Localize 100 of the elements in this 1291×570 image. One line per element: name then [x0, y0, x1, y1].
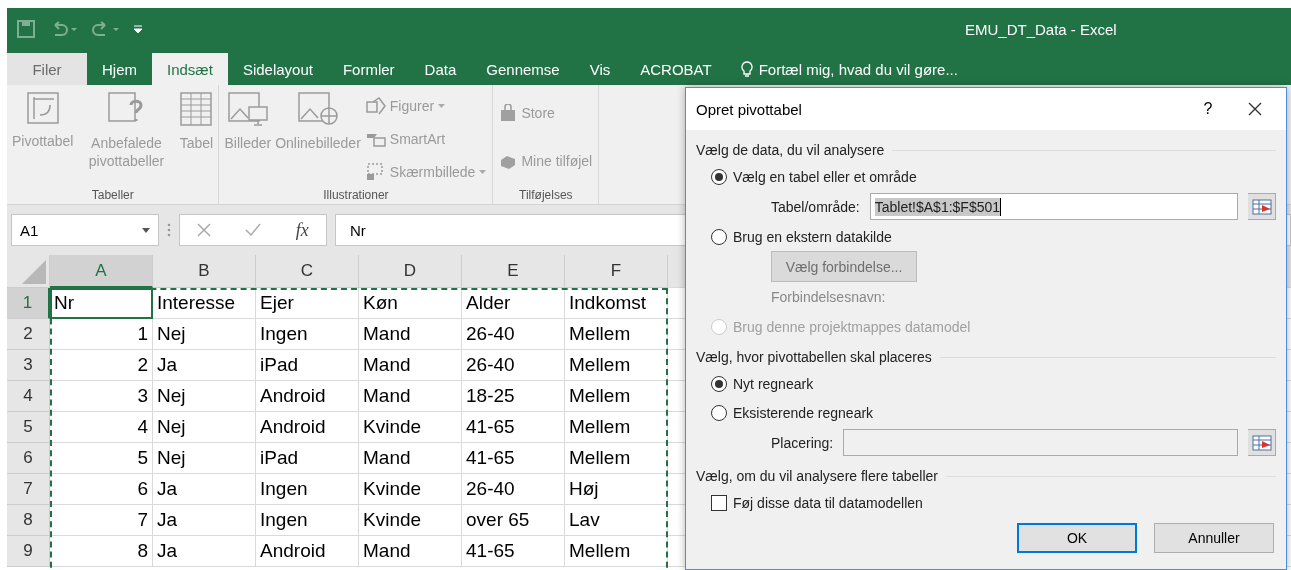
table-cell: 26-40 — [462, 319, 565, 350]
table-cell: 18-25 — [462, 381, 565, 412]
column-header[interactable]: B — [153, 255, 256, 288]
row-header[interactable]: 3 — [7, 350, 50, 381]
column-header[interactable]: C — [256, 255, 359, 288]
ribbon-tab[interactable]: ACROBAT — [625, 53, 727, 85]
table-cell: Ingen — [256, 505, 359, 536]
radio-option[interactable]: Vælg en tabel eller et område — [696, 162, 1276, 191]
ribbon-tab[interactable]: Sidelayout — [227, 53, 328, 85]
table-cell: 41-65 — [462, 412, 565, 443]
picture-monitor-icon — [226, 91, 269, 127]
row-header[interactable]: 9 — [7, 536, 50, 567]
table-cell: Alder — [462, 288, 565, 319]
ribbon-tab[interactable]: Data — [409, 53, 472, 85]
row-header[interactable]: 2 — [7, 319, 50, 350]
table-cell: Mand — [359, 350, 462, 381]
row-header[interactable]: 5 — [7, 412, 50, 443]
drag-handle-icon — [167, 223, 171, 237]
column-header[interactable]: E — [462, 255, 565, 288]
table-cell: Mand — [359, 381, 462, 412]
radio-button[interactable] — [711, 228, 727, 245]
group-label: Tilføjelses — [518, 188, 574, 202]
caret-icon — [142, 227, 150, 233]
radio-option[interactable]: Brug en ekstern datakilde — [696, 222, 1276, 251]
table-cell: 3 — [50, 381, 153, 412]
row-header[interactable]: 8 — [7, 505, 50, 536]
table-cell: 41-65 — [462, 536, 565, 567]
table-cell: Android — [256, 536, 359, 567]
radio-option[interactable]: Nyt regneark — [696, 369, 1276, 398]
column-header[interactable]: A — [50, 255, 153, 288]
row-header[interactable]: 6 — [7, 443, 50, 474]
insert-function-button[interactable]: fx — [295, 219, 309, 241]
screenshot-icon — [365, 162, 386, 181]
table-cell: Interesse — [153, 288, 256, 319]
ribbon-tab[interactable]: Formler — [327, 53, 410, 85]
checkbox-option[interactable]: Føj disse data til datamodellen — [696, 488, 1276, 517]
table-cell: Ja — [153, 505, 256, 536]
table-cell: Mand — [359, 319, 462, 350]
table-cell: Ja — [153, 536, 256, 567]
ribbon-tab[interactable]: Gennemse — [471, 53, 575, 85]
table-cell: 2 — [50, 350, 153, 381]
row-header[interactable]: 1 — [7, 288, 50, 319]
dropdown-caret-icon — [479, 169, 487, 174]
range-picker-button[interactable] — [1248, 429, 1276, 456]
name-box[interactable]: A1 — [11, 214, 159, 246]
radio-option[interactable]: Eksisterende regneark — [696, 398, 1276, 427]
picture-globe-icon — [297, 91, 339, 127]
group-label: Illustrationer — [322, 188, 390, 202]
tell-me-field[interactable]: Fortæl mig, hvad du vil gøre... — [726, 53, 958, 85]
shopping-bag-icon — [499, 104, 518, 122]
file-tab[interactable]: Filer — [7, 53, 87, 85]
ribbon-tab[interactable]: Hjem — [87, 53, 152, 85]
group-label: Tabeller — [90, 188, 135, 202]
column-header[interactable]: F — [565, 255, 668, 288]
table-cell: Ejer — [256, 288, 359, 319]
table-cell: 8 — [50, 536, 153, 567]
section-heading: Vælg, om du vil analysere flere tabeller — [696, 468, 938, 484]
radio-button[interactable] — [711, 404, 727, 421]
row-header[interactable]: 4 — [7, 381, 50, 412]
table-cell: Ja — [153, 350, 256, 381]
range-field[interactable]: Tablet!$A$1:$F$501 — [869, 193, 1238, 220]
table-cell: 1 — [50, 319, 153, 350]
range-select-icon — [1251, 198, 1272, 215]
dialog-button[interactable]: Annuller — [1154, 523, 1274, 553]
ribbon-tab[interactable]: Vis — [574, 53, 626, 85]
dialog-button[interactable]: OK — [1017, 523, 1137, 553]
table-cell: Nr — [50, 288, 153, 319]
field-label: Forbindelsesnavn: — [771, 288, 887, 307]
row-header[interactable]: 7 — [7, 474, 50, 505]
table-cell: Køn — [359, 288, 462, 319]
radio-button[interactable] — [711, 375, 727, 392]
table-cell: iPad — [256, 350, 359, 381]
table-cell: Mand — [359, 536, 462, 567]
range-select-icon — [1251, 434, 1272, 451]
window-title: EMU_DT_Data - Excel — [965, 21, 1117, 38]
help-button[interactable]: ? — [1188, 100, 1228, 118]
table-cell: Kvinde — [359, 474, 462, 505]
ribbon-tab[interactable]: Indsæt — [152, 53, 228, 85]
shapes-icon — [365, 96, 386, 115]
table-cell: 6 — [50, 474, 153, 505]
close-icon[interactable] — [1248, 102, 1262, 116]
table-cell: Ingen — [256, 319, 359, 350]
table-cell: iPad — [256, 443, 359, 474]
column-header[interactable]: D — [359, 255, 462, 288]
table-cell: 4 — [50, 412, 153, 443]
customize-icon[interactable] — [133, 24, 143, 34]
table-cell: 5 — [50, 443, 153, 474]
table-cell: 26-40 — [462, 474, 565, 505]
table-cell: Nej — [153, 443, 256, 474]
range-picker-button[interactable] — [1248, 193, 1276, 220]
checkmark-icon[interactable] — [245, 223, 262, 237]
radio-button[interactable] — [711, 168, 727, 185]
table-cell: Android — [256, 381, 359, 412]
table-cell: Ja — [153, 474, 256, 505]
table-cell: Ingen — [256, 474, 359, 505]
table-cell: Nej — [153, 381, 256, 412]
table-cell: over 65 — [462, 505, 565, 536]
table-cell: Nej — [153, 319, 256, 350]
table-cell: Nej — [153, 412, 256, 443]
checkbox[interactable] — [711, 494, 727, 511]
